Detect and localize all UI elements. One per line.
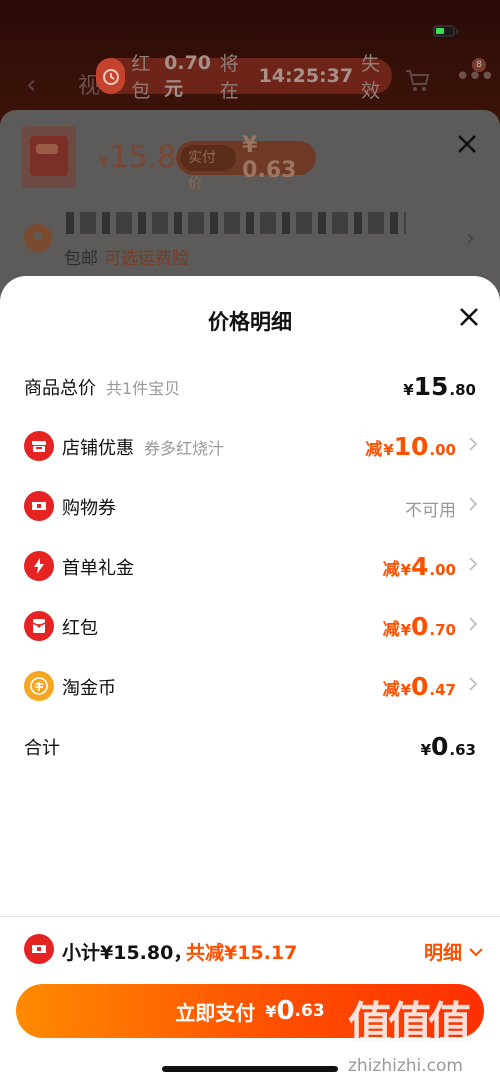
address-redacted	[66, 212, 406, 234]
row-amount: ¥0.63	[420, 732, 476, 761]
chevron-right-icon	[469, 677, 478, 691]
row-label: 淘金币	[62, 678, 116, 699]
row-amount: 减 ¥10.00	[365, 432, 456, 461]
close-icon[interactable]	[458, 306, 480, 328]
row-label: 商品总价 共1件宝贝	[24, 378, 181, 399]
lightning-icon	[24, 551, 54, 581]
row-shopping-coupon[interactable]: 购物券 不可用	[0, 486, 500, 526]
actual-pay-label: 实付价	[180, 145, 237, 192]
countdown-amount: 0.70元	[164, 51, 212, 100]
row-label: 首单礼金	[62, 558, 134, 579]
red-packet-countdown: 红包 0.70元 将在 14:25:37 失效	[96, 52, 392, 102]
row-label: 红包	[62, 618, 98, 639]
pay-dec: .63	[294, 1001, 325, 1021]
countdown-label: 红包	[131, 53, 151, 102]
chevron-right-icon: ›	[466, 226, 475, 251]
actual-pay-value: ¥ 0.63	[242, 133, 297, 183]
row-label: 合计	[24, 738, 60, 759]
price-detail-sheet: 价格明细 商品总价 共1件宝贝 ¥15.80 店铺优惠 券多红烧汁 减 ¥10.00 …	[0, 276, 500, 1082]
back-icon[interactable]: ‹	[26, 70, 36, 100]
detail-label: 明细	[423, 942, 462, 964]
store-icon	[24, 431, 54, 461]
row-amount: ¥15.80	[403, 372, 476, 401]
chevron-down-icon	[469, 947, 483, 956]
location-icon	[24, 224, 52, 252]
countdown-time: 14:25:37	[258, 65, 354, 87]
saved-text: 共减¥15.17	[186, 942, 298, 964]
red-packet-icon	[24, 611, 54, 641]
row-amount: 减 ¥4.00	[382, 552, 456, 581]
chevron-right-icon	[469, 497, 478, 511]
divider	[0, 916, 500, 917]
product-thumbnail	[22, 126, 76, 188]
shipping-info[interactable]: 包邮 可选运费险	[64, 244, 189, 269]
coupon-icon	[24, 491, 54, 521]
chevron-right-icon	[469, 617, 478, 631]
alarm-clock-icon	[96, 58, 126, 94]
close-icon[interactable]	[455, 132, 479, 156]
countdown-mid: 将在	[219, 53, 239, 102]
cart-icon[interactable]	[404, 68, 430, 92]
row-first-order-bonus[interactable]: 首单礼金 减 ¥4.00	[0, 546, 500, 586]
coin-icon	[24, 671, 54, 701]
row-total: 合计 ¥0.63	[0, 726, 500, 766]
pay-yen: ¥	[265, 1001, 277, 1021]
product-price: ¥15.8	[98, 140, 177, 175]
pay-label: 立即支付	[175, 1000, 256, 1025]
detail-toggle[interactable]: 明细	[424, 938, 484, 965]
cart-badge: 8	[472, 58, 486, 72]
ticket-icon	[24, 934, 54, 964]
home-indicator	[162, 1066, 338, 1072]
row-total-price: 商品总价 共1件宝贝 ¥15.80	[0, 366, 500, 406]
row-status: 不可用	[405, 501, 456, 521]
row-label: 店铺优惠 券多红烧汁	[62, 438, 225, 459]
summary-bar: 小计¥15.80， 共减¥15.17 明细	[0, 930, 500, 970]
chevron-right-icon	[469, 557, 478, 571]
row-amount: 减 ¥0.47	[382, 672, 456, 701]
subtotal-text: 小计¥15.80，	[62, 942, 193, 964]
row-red-packet[interactable]: 红包 减 ¥0.70	[0, 606, 500, 646]
watermark-logo: 值值值	[348, 998, 472, 1049]
actual-pay-pill: 实付价 ¥ 0.63	[176, 133, 316, 192]
battery-icon	[433, 25, 458, 37]
watermark: 值值值 zhizhizhi.com	[348, 998, 488, 1082]
row-label: 购物券	[62, 498, 116, 519]
watermark-url: zhizhizhi.com	[348, 1056, 463, 1076]
sheet-title: 价格明细	[208, 310, 292, 334]
pay-int: 0	[276, 996, 295, 1026]
row-store-discount[interactable]: 店铺优惠 券多红烧汁 减 ¥10.00	[0, 426, 500, 466]
countdown-suffix: 失效	[361, 53, 381, 102]
chevron-right-icon	[469, 437, 478, 451]
row-amount: 减 ¥0.70	[382, 612, 456, 641]
row-taojinbi[interactable]: 淘金币 减 ¥0.47	[0, 666, 500, 706]
